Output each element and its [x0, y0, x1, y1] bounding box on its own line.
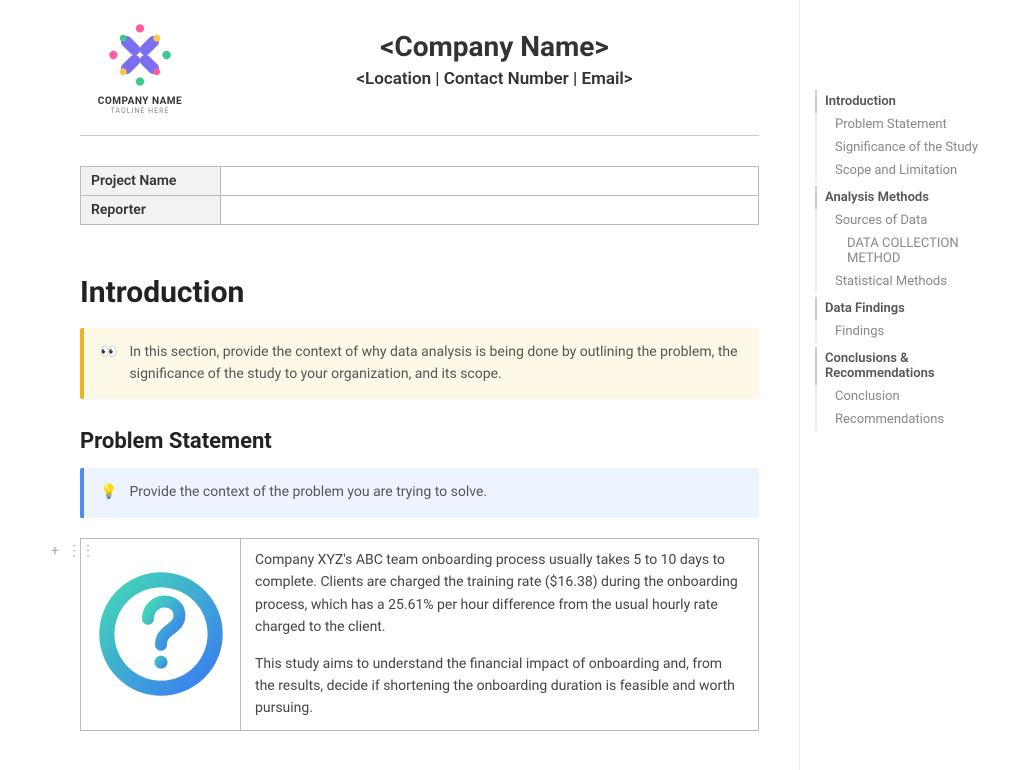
add-block-button[interactable]: + [47, 543, 63, 559]
header-divider [80, 135, 759, 136]
company-title: <Company Name> [230, 30, 759, 63]
logo-tagline: TAGLINE HERE [80, 107, 200, 115]
drag-handle-icon[interactable]: ⋮⋮ [67, 543, 83, 559]
document-main: COMPANY NAME TAGLINE HERE <Company Name>… [0, 0, 799, 770]
header-row: COMPANY NAME TAGLINE HERE <Company Name>… [80, 20, 759, 115]
nav-item[interactable]: Sources of Data [815, 209, 1014, 232]
nav-item[interactable]: Statistical Methods [815, 270, 1014, 293]
problem-paragraph-2: This study aims to understand the financ… [255, 653, 744, 720]
logo-company-name: COMPANY NAME [80, 96, 200, 107]
nav-group: Conclusions & RecommendationsConclusionR… [815, 347, 1014, 431]
meta-value-project[interactable] [221, 167, 759, 196]
nav-heading[interactable]: Introduction [815, 90, 1014, 113]
nav-heading[interactable]: Conclusions & Recommendations [815, 347, 1014, 385]
company-subtitle: <Location | Contact Number | Email> [230, 69, 759, 89]
meta-value-reporter[interactable] [221, 196, 759, 225]
problem-content-block[interactable]: + ⋮⋮ Company XYZ's ABC team onboarding p… [80, 538, 759, 731]
nav-heading[interactable]: Analysis Methods [815, 186, 1014, 209]
nav-item[interactable]: Conclusion [815, 385, 1014, 408]
nav-item[interactable]: Findings [815, 320, 1014, 343]
nav-group: IntroductionProblem StatementSignificanc… [815, 90, 1014, 182]
intro-callout-text: In this section, provide the context of … [129, 342, 743, 385]
section-heading-intro: Introduction [80, 275, 759, 310]
nav-group: Data FindingsFindings [815, 297, 1014, 343]
nav-heading[interactable]: Data Findings [815, 297, 1014, 320]
meta-label-reporter: Reporter [81, 196, 221, 225]
problem-paragraph-1: Company XYZ's ABC team onboarding proces… [255, 549, 744, 639]
problem-callout[interactable]: 💡 Provide the context of the problem you… [80, 468, 759, 518]
bulb-icon: 💡 [100, 482, 117, 504]
table-row: Reporter [81, 196, 759, 225]
subsection-heading-problem: Problem Statement [80, 429, 759, 454]
outline-sidebar: IntroductionProblem StatementSignificanc… [799, 0, 1029, 770]
table-row: Project Name [81, 167, 759, 196]
problem-callout-text: Provide the context of the problem you a… [129, 482, 487, 504]
meta-label-project: Project Name [81, 167, 221, 196]
problem-text-cell[interactable]: Company XYZ's ABC team onboarding proces… [241, 539, 758, 730]
nav-item[interactable]: Significance of the Study [815, 136, 1014, 159]
intro-callout[interactable]: 👀 In this section, provide the context o… [80, 328, 759, 399]
question-image-cell [81, 539, 241, 730]
block-handles: + ⋮⋮ [47, 543, 83, 559]
eyes-icon: 👀 [100, 342, 117, 385]
title-block: <Company Name> <Location | Contact Numbe… [230, 20, 759, 89]
nav-item[interactable]: Scope and Limitation [815, 159, 1014, 182]
meta-table: Project Name Reporter [80, 166, 759, 225]
question-mark-icon [96, 569, 226, 699]
nav-item[interactable]: Problem Statement [815, 113, 1014, 136]
nav-group: Analysis MethodsSources of DataDATA COLL… [815, 186, 1014, 293]
nav-item[interactable]: DATA COLLECTION METHOD [815, 232, 1014, 270]
nav-item[interactable]: Recommendations [815, 408, 1014, 431]
logo-block: COMPANY NAME TAGLINE HERE [80, 20, 200, 115]
company-logo-icon [105, 20, 175, 90]
